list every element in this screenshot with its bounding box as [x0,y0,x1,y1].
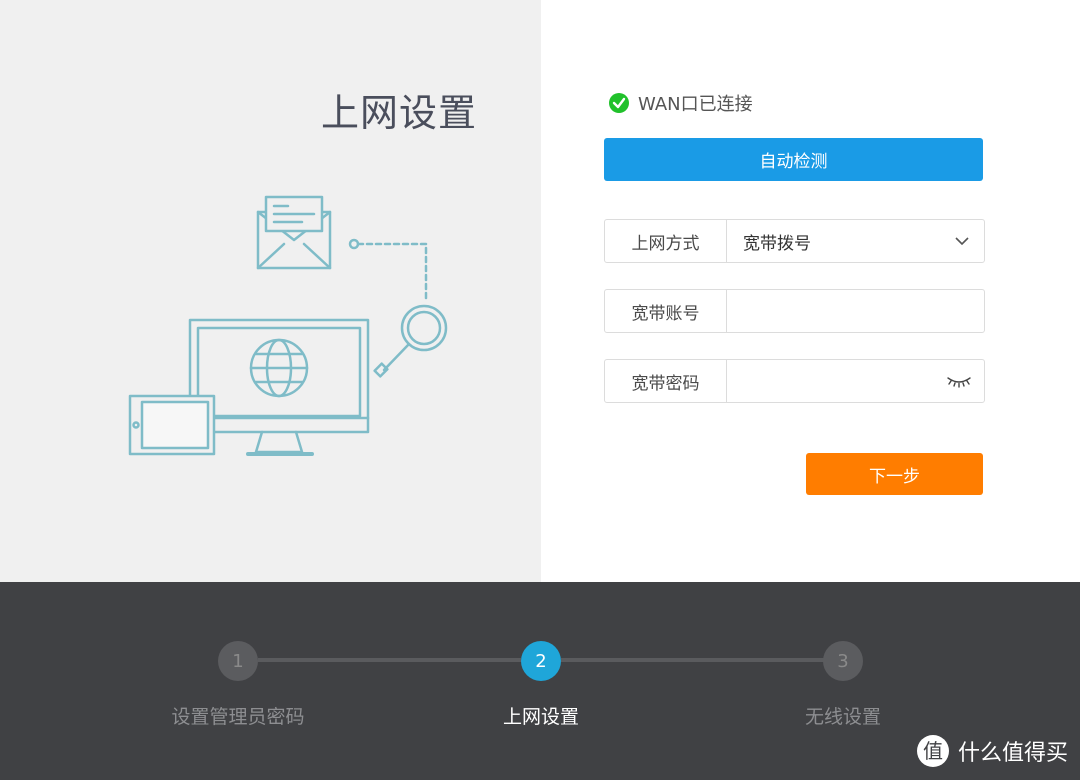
progress-line-1 [258,658,521,662]
connection-mode-label: 上网方式 [605,220,727,262]
eye-closed-icon[interactable] [946,374,972,388]
network-illustration [128,195,448,456]
account-input[interactable] [743,290,968,332]
svg-text:值: 值 [923,739,943,763]
tablet-icon [128,394,216,456]
account-label: 宽带账号 [605,290,727,332]
step-3-circle[interactable]: 3 [823,641,863,681]
wan-status-text: WAN口已连接 [638,94,753,115]
globe-icon [249,338,309,398]
check-circle-icon [609,93,629,113]
connector-line [348,238,428,304]
password-field: 宽带密码 [604,359,985,403]
password-label: 宽带密码 [605,360,727,402]
next-step-button[interactable]: 下一步 [806,453,983,495]
progress-line-2 [561,658,824,662]
connection-mode-value-box[interactable]: 宽带拨号 [727,220,984,262]
step-2-label: 上网设置 [502,706,579,728]
connection-mode-value: 宽带拨号 [743,233,811,254]
page-title: 上网设置 [320,91,477,135]
magnifier-icon [373,304,448,378]
step-1-label: 设置管理员密码 [171,706,305,728]
password-input[interactable] [743,360,968,402]
left-panel: 上网设置 [0,0,541,582]
chevron-down-icon[interactable] [954,235,970,247]
setup-progress-footer: 1 2 3 设置管理员密码 上网设置 无线设置 值 什么值得买 [0,582,1080,780]
connection-mode-select[interactable]: 上网方式 宽带拨号 [604,219,985,263]
step-2-circle[interactable]: 2 [521,641,561,681]
zhi-logo-icon: 值 [916,735,949,767]
step-3-label: 无线设置 [804,706,881,728]
watermark: 值 什么值得买 [916,734,1068,768]
right-panel: WAN口已连接 自动检测 上网方式 宽带拨号 宽带账号 宽带密码 下一步 [541,0,1080,582]
wan-status: WAN口已连接 [609,90,753,116]
watermark-text: 什么值得买 [957,741,1068,766]
envelope-icon [256,195,332,270]
account-field: 宽带账号 [604,289,985,333]
auto-detect-button[interactable]: 自动检测 [604,138,983,181]
step-1-circle[interactable]: 1 [218,641,258,681]
